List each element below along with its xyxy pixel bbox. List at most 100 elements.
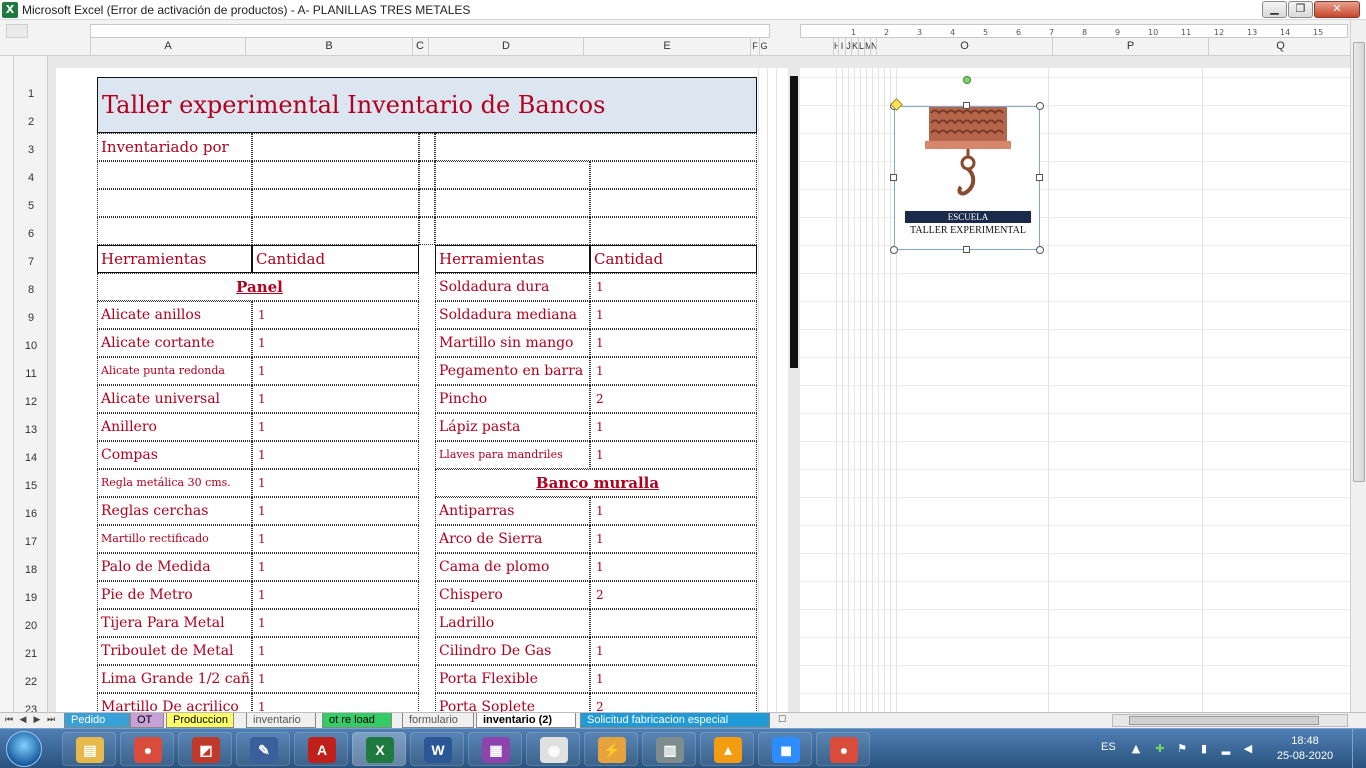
right-item-qty[interactable]: 2	[590, 385, 757, 413]
sheet-title[interactable]: Taller experimental Inventario de Bancos	[97, 77, 757, 133]
right-item-qty[interactable]: 2	[590, 693, 757, 712]
right-item-tool[interactable]: Martillo sin mango	[435, 329, 590, 357]
empty-cell[interactable]	[252, 217, 419, 245]
row-header[interactable]: 17	[14, 536, 48, 548]
left-item-tool[interactable]: Palo de Medida	[97, 553, 252, 581]
empty-cell[interactable]	[252, 189, 419, 217]
right-item-tool[interactable]: Cama de plomo	[435, 553, 590, 581]
taskbar-app-winamp[interactable]: ⚡	[584, 732, 638, 766]
left-header-tool[interactable]: Herramientas	[97, 245, 252, 273]
column-header[interactable]: G	[759, 38, 768, 55]
resize-handle-w[interactable]	[890, 174, 897, 181]
row-header[interactable]: 11	[14, 368, 48, 380]
left-item-tool[interactable]: Alicate punta redonda	[97, 357, 252, 385]
sheet-tab[interactable]: Produccion	[166, 713, 234, 728]
tab-next-icon[interactable]: ▶	[30, 714, 44, 727]
left-item-tool[interactable]: Alicate universal	[97, 385, 252, 413]
column-header[interactable]: C	[412, 38, 427, 55]
empty-cell[interactable]	[435, 161, 590, 189]
resize-handle-sw[interactable]	[890, 246, 898, 254]
left-item-tool[interactable]: Anillero	[97, 413, 252, 441]
right-item-qty[interactable]: 1	[590, 329, 757, 357]
column-header[interactable]: D	[428, 38, 583, 55]
resize-handle-e[interactable]	[1036, 174, 1043, 181]
row-header[interactable]: 12	[14, 396, 48, 408]
vertical-scrollbar[interactable]	[1350, 20, 1366, 712]
right-item-qty[interactable]: 1	[590, 637, 757, 665]
taskbar-app-explorer[interactable]: ▤	[62, 732, 116, 766]
right-item-tool[interactable]: Porta Flexible	[435, 665, 590, 693]
empty-cell[interactable]	[435, 133, 757, 161]
empty-cell[interactable]	[97, 161, 252, 189]
flag-icon[interactable]: ⚑	[1175, 742, 1189, 756]
right-item-tool[interactable]: Antiparras	[435, 497, 590, 525]
empty-cell[interactable]	[97, 189, 252, 217]
empty-cell[interactable]	[419, 189, 435, 217]
right-item-qty[interactable]: 1	[590, 273, 757, 301]
row-header[interactable]: 18	[14, 564, 48, 576]
right-item-qty[interactable]: 1	[590, 357, 757, 385]
row-header[interactable]: 22	[14, 676, 48, 688]
row-header[interactable]: 20	[14, 620, 48, 632]
right-item-tool[interactable]: Ladrillo	[435, 609, 590, 637]
minimize-button[interactable]: ▁	[1262, 1, 1287, 18]
right-item-qty[interactable]: 1	[590, 413, 757, 441]
horizontal-scroll-thumb[interactable]	[1129, 716, 1319, 725]
right-item-qty[interactable]: 1	[590, 525, 757, 553]
left-item-tool[interactable]: Tijera Para Metal	[97, 609, 252, 637]
sheet-tab[interactable]: formulario	[402, 713, 474, 728]
taskbar-app-camera[interactable]: ◉	[526, 732, 580, 766]
right-item-qty[interactable]: 1	[590, 497, 757, 525]
left-item-qty[interactable]: 1	[252, 553, 419, 581]
right-item-qty[interactable]: 2	[590, 581, 757, 609]
tab-first-icon[interactable]: ⏮	[2, 714, 16, 727]
sheet-tab[interactable]: inventario (2)	[476, 713, 576, 728]
taskbar-app-chrome[interactable]: ●	[120, 732, 174, 766]
left-item-qty[interactable]: 1	[252, 497, 419, 525]
right-item-tool[interactable]: Soldadura mediana	[435, 301, 590, 329]
taskbar-app-app-draw[interactable]: ✎	[236, 732, 290, 766]
right-item-tool[interactable]: Pegamento en barra	[435, 357, 590, 385]
right-item-tool[interactable]: Cilindro De Gas	[435, 637, 590, 665]
empty-cell[interactable]	[590, 189, 757, 217]
sheet-tab[interactable]: Pedido	[64, 713, 130, 728]
right-header-qty[interactable]: Cantidad	[590, 245, 757, 273]
empty-cell[interactable]	[435, 189, 590, 217]
left-item-tool[interactable]: Compas	[97, 441, 252, 469]
row-header[interactable]: 10	[14, 340, 48, 352]
language-indicator[interactable]: ES	[1101, 741, 1116, 753]
left-item-tool[interactable]: Lima Grande 1/2 caña	[97, 665, 252, 693]
clock[interactable]: 18:48 25-08-2020	[1273, 734, 1337, 764]
row-header[interactable]: 4	[14, 172, 48, 184]
row-header[interactable]: 6	[14, 228, 48, 240]
row-header[interactable]: 9	[14, 312, 48, 324]
empty-cell[interactable]	[590, 161, 757, 189]
right-item-qty[interactable]	[590, 609, 757, 637]
left-item-qty[interactable]: 1	[252, 665, 419, 693]
vertical-scroll-thumb[interactable]	[1353, 42, 1365, 482]
empty-cell[interactable]	[419, 133, 435, 161]
device-icon[interactable]: ▮	[1197, 742, 1211, 756]
column-header[interactable]: B	[245, 38, 412, 55]
left-item-tool[interactable]: Reglas cerchas	[97, 497, 252, 525]
sheet-tab[interactable]: Solicitud fabricacion especial	[580, 713, 770, 728]
sheet-tab[interactable]: inventario	[246, 713, 316, 728]
resize-handle-n[interactable]	[963, 102, 970, 109]
right-header-tool[interactable]: Herramientas	[435, 245, 590, 273]
volume-icon[interactable]: ◀	[1241, 742, 1255, 756]
taskbar-app-word[interactable]: W	[410, 732, 464, 766]
left-item-qty[interactable]: 1	[252, 609, 419, 637]
left-item-qty[interactable]: 1	[252, 357, 419, 385]
right-item-tool[interactable]: Pincho	[435, 385, 590, 413]
column-header[interactable]: F	[750, 38, 759, 55]
left-item-qty[interactable]: 1	[252, 413, 419, 441]
school-logo-image[interactable]: ESCUELA TALLER EXPERIMENTAL	[890, 76, 1044, 254]
taskbar-app-calculator[interactable]: ▥	[642, 732, 696, 766]
column-header[interactable]: Q	[1208, 38, 1352, 55]
network-app-icon[interactable]: ✚	[1153, 742, 1167, 756]
left-item-qty[interactable]: 1	[252, 693, 419, 712]
row-header[interactable]: 19	[14, 592, 48, 604]
tab-last-icon[interactable]: ⏭	[44, 714, 58, 727]
left-item-tool[interactable]: Alicate anillos	[97, 301, 252, 329]
right-item-tool[interactable]: Arco de Sierra	[435, 525, 590, 553]
